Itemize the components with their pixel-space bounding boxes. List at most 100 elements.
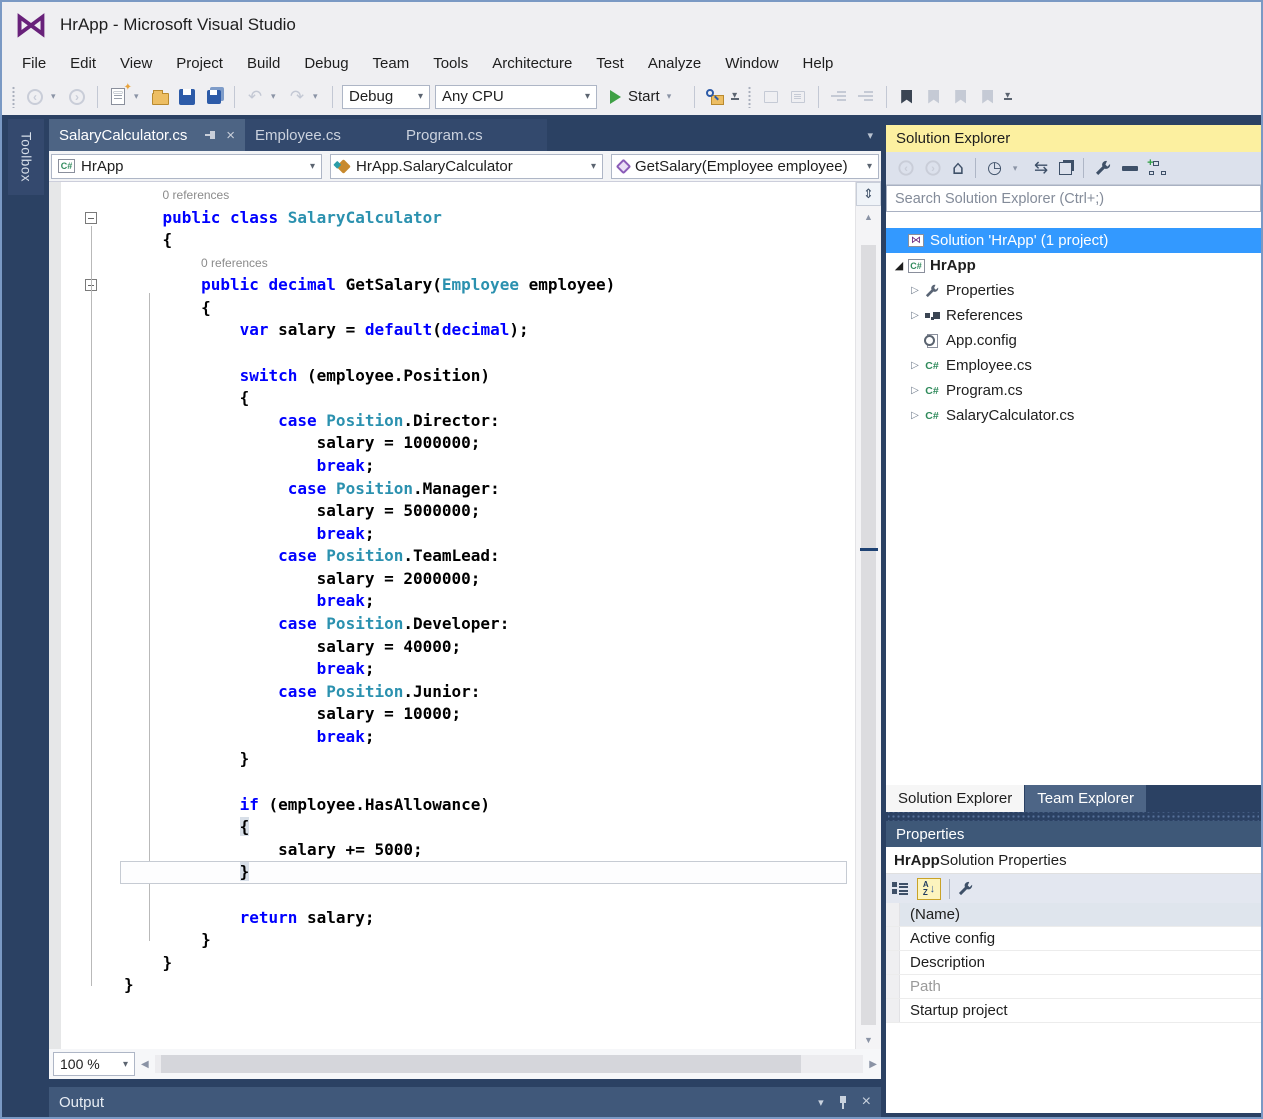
toggle-bookmark-button[interactable] <box>896 86 918 108</box>
code-line[interactable]: salary = 5000000; <box>124 500 847 523</box>
expander-icon[interactable]: ▷ <box>908 385 922 396</box>
tree-item-salarycalculator-cs[interactable]: ▷C#SalaryCalculator.cs <box>886 403 1261 428</box>
code-line[interactable]: case Position.Manager: <box>124 478 847 501</box>
vertical-scrollbar-thumb[interactable] <box>861 245 876 1025</box>
tab-employee.cs[interactable]: Employee.cs <box>245 119 396 151</box>
code-line[interactable]: salary = 2000000; <box>124 568 847 591</box>
expander-icon[interactable]: ◢ <box>892 259 906 272</box>
undo-button[interactable]: ↶ <box>244 86 266 108</box>
expander-icon[interactable]: ▷ <box>908 360 922 371</box>
code-line[interactable]: break; <box>124 523 847 546</box>
code-line[interactable]: switch (employee.Position) <box>124 365 847 388</box>
save-button[interactable] <box>176 86 198 108</box>
code-line[interactable]: break; <box>124 726 847 749</box>
collapse-all-button[interactable] <box>1059 162 1072 175</box>
code-line[interactable] <box>124 884 847 907</box>
code-line[interactable] <box>124 342 847 365</box>
comment-button[interactable] <box>760 86 782 108</box>
scroll-down-arrow-icon[interactable]: ▼ <box>856 1035 881 1045</box>
menu-item-test[interactable]: Test <box>584 51 636 76</box>
codelens-references[interactable]: 0 references <box>163 184 847 207</box>
open-file-button[interactable] <box>149 86 171 108</box>
search-input[interactable] <box>886 185 1261 212</box>
menu-item-team[interactable]: Team <box>361 51 422 76</box>
project-dropdown[interactable]: C# HrApp ▾ <box>51 154 322 179</box>
code-line[interactable]: case Position.Director: <box>124 410 847 433</box>
tab-salarycalculator.cs[interactable]: SalaryCalculator.cs× <box>49 119 245 151</box>
code-line[interactable]: } <box>124 974 847 997</box>
code-line[interactable] <box>124 771 847 794</box>
property-row-active-config[interactable]: Active config <box>886 927 1261 951</box>
menu-item-edit[interactable]: Edit <box>58 51 108 76</box>
new-item-dropdown[interactable]: ▾ <box>134 91 144 102</box>
clear-bookmarks-button[interactable] <box>977 86 999 108</box>
tree-item-references[interactable]: ▷References <box>886 303 1261 328</box>
decrease-indent-button[interactable] <box>828 86 850 108</box>
expander-icon[interactable]: ▷ <box>908 285 922 296</box>
menu-item-project[interactable]: Project <box>164 51 235 76</box>
code-line[interactable]: } <box>124 952 847 975</box>
code-line[interactable]: break; <box>124 455 847 478</box>
save-all-button[interactable] <box>203 86 225 108</box>
property-pages-button[interactable] <box>958 881 973 896</box>
navigate-backward-button[interactable]: ‹ <box>24 86 46 108</box>
property-row-name[interactable]: (Name) <box>886 903 1261 927</box>
home-button[interactable]: ⌂ <box>952 157 964 179</box>
sync-with-active-document-button[interactable]: ⇆ <box>1034 158 1048 178</box>
redo-button[interactable]: ↷ <box>286 86 308 108</box>
code-line[interactable]: case Position.Developer: <box>124 613 847 636</box>
close-icon[interactable]: × <box>862 1094 871 1110</box>
tool-tab-team-explorer[interactable]: Team Explorer <box>1025 785 1146 812</box>
breakpoint-margin[interactable] <box>49 182 61 1049</box>
property-row-description[interactable]: Description <box>886 951 1261 975</box>
horizontal-scrollbar-thumb[interactable] <box>161 1055 801 1073</box>
code-line[interactable]: { <box>124 297 847 320</box>
show-all-files-button[interactable]: + <box>1149 161 1166 175</box>
tree-item-app-config[interactable]: App.config <box>886 328 1261 353</box>
code-line[interactable]: break; <box>124 658 847 681</box>
start-dropdown[interactable]: ▾ <box>667 91 677 102</box>
editor-vertical-scrollbar[interactable]: ⇕ ▲ ▼ <box>855 182 881 1049</box>
editor-splitter-handle[interactable]: ⇕ <box>856 182 881 206</box>
expander-icon[interactable]: ▷ <box>908 410 922 421</box>
property-row-startup-project[interactable]: Startup project <box>886 999 1261 1023</box>
tab-program.cs[interactable]: Program.cs <box>396 119 547 151</box>
navigate-backward-dropdown[interactable]: ▾ <box>51 91 61 102</box>
start-debugging-button[interactable]: Start ▾ <box>602 88 685 105</box>
editor-zoom-combo[interactable]: 100 % ▾ <box>53 1052 135 1076</box>
tree-item-program-cs[interactable]: ▷C#Program.cs <box>886 378 1261 403</box>
solution-configuration-combo[interactable]: Debug ▾ <box>342 85 430 109</box>
code-editor[interactable]: 0 references public class SalaryCalculat… <box>49 182 881 1049</box>
solution-platform-combo[interactable]: Any CPU ▾ <box>435 85 597 109</box>
code-line[interactable]: public decimal GetSalary(Employee employ… <box>124 274 847 297</box>
scroll-right-arrow-icon[interactable]: ▶ <box>869 1059 877 1070</box>
toolbox-tab[interactable]: Toolbox <box>8 119 44 195</box>
categorized-button[interactable] <box>892 881 909 896</box>
menu-item-build[interactable]: Build <box>235 51 292 76</box>
menu-item-tools[interactable]: Tools <box>421 51 480 76</box>
new-item-button[interactable]: ✦ <box>107 86 129 108</box>
pin-icon[interactable] <box>838 1096 848 1109</box>
properties-drag-grip[interactable] <box>888 812 1259 821</box>
back-button[interactable]: ‹ <box>898 160 913 175</box>
tree-item-hrapp[interactable]: ◢C#HrApp <box>886 253 1261 278</box>
solution-explorer-titlebar[interactable]: Solution Explorer <box>886 125 1261 152</box>
next-bookmark-button[interactable] <box>950 86 972 108</box>
code-line[interactable]: salary = 40000; <box>124 636 847 659</box>
toolbar-grip[interactable] <box>747 86 752 108</box>
properties-titlebar[interactable]: Properties <box>886 821 1261 847</box>
toolbar-overflow-button[interactable]: ▾ <box>731 93 739 100</box>
code-line[interactable]: return salary; <box>124 907 847 930</box>
forward-button[interactable]: › <box>925 160 940 175</box>
code-line[interactable]: { <box>124 387 847 410</box>
tool-tab-solution-explorer[interactable]: Solution Explorer <box>886 785 1024 812</box>
tree-item-employee-cs[interactable]: ▷C#Employee.cs <box>886 353 1261 378</box>
code-line[interactable]: case Position.TeamLead: <box>124 545 847 568</box>
code-line[interactable]: { <box>124 229 847 252</box>
code-line[interactable]: salary += 5000; <box>124 839 847 862</box>
code-line[interactable]: case Position.Junior: <box>124 681 847 704</box>
menu-item-window[interactable]: Window <box>713 51 790 76</box>
code-line[interactable]: } <box>124 929 847 952</box>
menu-item-help[interactable]: Help <box>791 51 846 76</box>
code-line[interactable]: salary = 10000; <box>124 703 847 726</box>
